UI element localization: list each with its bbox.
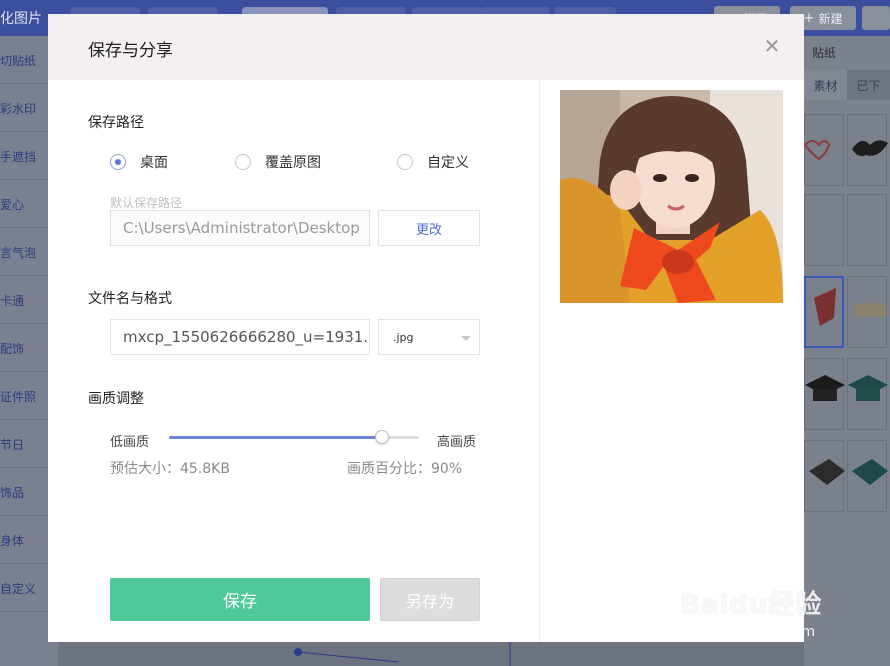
left-item-label: 自定义 (0, 582, 37, 596)
sticker-wings[interactable] (804, 194, 844, 266)
new-button-label: 新建 (818, 11, 843, 26)
left-item-label: 爱心 (0, 198, 25, 212)
format-value: .jpg (393, 330, 414, 344)
quality-slider-thumb[interactable] (375, 430, 389, 444)
more-button[interactable] (862, 6, 890, 30)
graduation-hat-icon (852, 459, 888, 485)
left-item-label: 配饰 (0, 342, 25, 356)
quality-slider[interactable] (169, 430, 419, 444)
filename-input[interactable]: mxcp_1550626666280_u=1931... (110, 319, 370, 355)
scarf-icon (814, 288, 836, 326)
left-item-label: 身体 (0, 534, 25, 548)
radio-desktop[interactable]: 桌面 (110, 153, 168, 171)
sticker-scroll[interactable] (847, 276, 887, 348)
close-icon[interactable]: ✕ (762, 36, 782, 56)
watermark-logo: Baidu经验 (680, 590, 823, 620)
file-section-title: 文件名与格式 (88, 291, 172, 307)
format-select[interactable]: .jpg (378, 319, 480, 355)
dialog-title: 保存与分享 (88, 41, 173, 61)
plus-icon: + (803, 10, 815, 26)
radio-indicator (397, 154, 413, 170)
graduation-cap-icon (848, 375, 888, 401)
estimated-size: 预估大小：45.8KB (110, 461, 230, 477)
default-path-hint: 默认保存路径 (110, 196, 183, 210)
mustache-icon (852, 140, 888, 157)
quality-section-title: 画质调整 (88, 391, 144, 407)
save-as-button[interactable]: 另存为 (380, 578, 480, 621)
sticker-grad-cap-green[interactable] (847, 358, 888, 430)
quality-slider-fill (169, 436, 382, 439)
sticker-grad-cap[interactable] (804, 358, 845, 430)
sticker-heart-glasses[interactable] (803, 114, 844, 186)
quality-percent: 画质百分比：90% (347, 461, 463, 477)
radio-indicator (235, 154, 251, 170)
graduation-cap-icon (805, 375, 845, 401)
sticker-scarf[interactable] (804, 276, 844, 348)
left-item-label: 卡通 (0, 294, 25, 308)
radio-label: 自定义 (427, 155, 469, 171)
left-item-label: 饰品 (0, 486, 25, 500)
portrait-illustration (560, 90, 783, 303)
app-title: 化图片 (0, 11, 42, 27)
chevron-down-icon (461, 336, 471, 341)
sticker-panel-title: 贴纸 (812, 46, 837, 60)
radio-custom[interactable]: 自定义 (397, 153, 469, 171)
sticker-grad-hat-green[interactable] (847, 440, 888, 512)
graduation-hat-icon (809, 459, 845, 485)
watermark-url: jingyan.baidu.com (686, 624, 816, 640)
high-quality-label: 高画质 (437, 435, 477, 450)
left-item-label: 彩水印 (0, 102, 37, 116)
save-path-field[interactable]: C:\Users\Administrator\Desktop (110, 210, 370, 246)
sticker-panel: 贴纸 素材 已下 (803, 36, 890, 666)
save-share-dialog: 保存与分享 ✕ 保存路径 桌面 覆盖原图 自定义 默认保存路径 C:\Users… (48, 14, 804, 642)
save-path-title: 保存路径 (88, 115, 144, 131)
low-quality-label: 低画质 (110, 435, 150, 450)
scroll-icon (854, 303, 886, 317)
radio-overwrite[interactable]: 覆盖原图 (235, 153, 321, 171)
left-item-label: 言气泡 (0, 246, 37, 260)
tab-label: 已下 (856, 78, 881, 93)
preview-image (560, 90, 783, 303)
dialog-header: 保存与分享 ✕ (48, 14, 804, 80)
radio-indicator (110, 154, 126, 170)
radio-label: 覆盖原图 (265, 155, 321, 171)
tab-label: 素材 (813, 78, 838, 93)
left-item-label: 手遮挡 (0, 150, 37, 164)
sticker-mustache[interactable] (847, 114, 888, 186)
heart-glasses-icon (803, 140, 831, 161)
save-button[interactable]: 保存 (110, 578, 370, 621)
sticker-hat-pink[interactable] (847, 194, 887, 266)
radio-label: 桌面 (140, 155, 168, 171)
tab-downloaded[interactable]: 已下 (847, 70, 890, 100)
sticker-grad-hat[interactable] (804, 440, 845, 512)
tab-materials[interactable]: 素材 (804, 70, 847, 100)
left-item-label: 证件照 (0, 390, 37, 404)
left-item-label: 节日 (0, 438, 25, 452)
dialog-divider (539, 80, 540, 642)
watermark: Baidu经验 jingyan.baidu.com (680, 574, 880, 654)
change-path-button[interactable]: 更改 (378, 210, 480, 246)
left-item-label: 切贴纸 (0, 54, 37, 68)
